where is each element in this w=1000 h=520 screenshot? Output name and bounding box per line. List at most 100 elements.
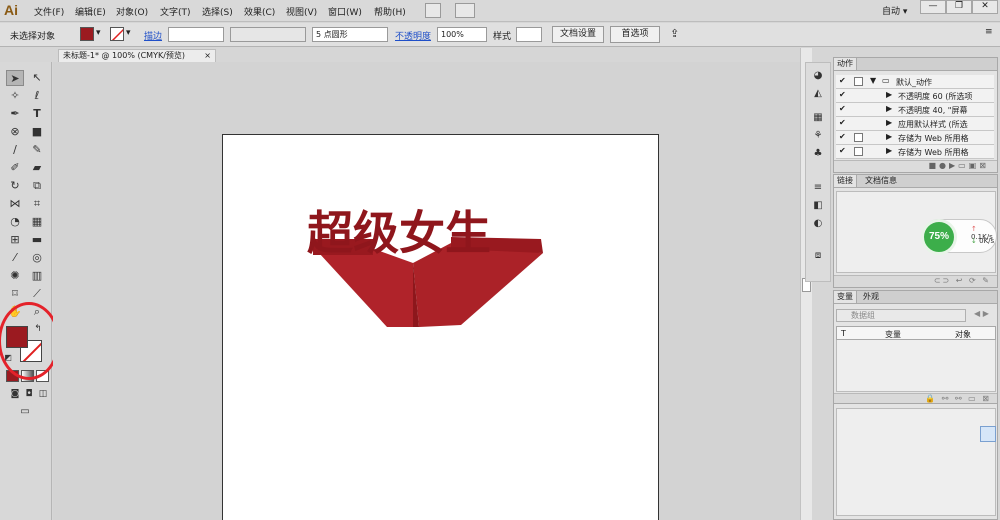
tab-variables[interactable]: 变量 bbox=[834, 291, 857, 303]
color-guide-icon[interactable]: ◭ bbox=[811, 87, 825, 100]
magic-wand-icon[interactable]: ✧ bbox=[6, 88, 24, 104]
column-graph-icon[interactable]: ▥ bbox=[28, 268, 46, 284]
workspace-switcher[interactable]: 自动 ▾ bbox=[882, 4, 907, 17]
tab-appearance[interactable]: 外观 bbox=[860, 291, 882, 303]
color-panel-icon[interactable]: ◕ bbox=[811, 69, 825, 82]
collapse-triangle-icon[interactable]: ▶ bbox=[886, 104, 892, 113]
gradient-panel-icon[interactable]: ◧ bbox=[811, 199, 825, 212]
menu-select[interactable]: 选择(S) bbox=[202, 5, 233, 18]
appearance-panel-icon[interactable]: ⧈ bbox=[811, 249, 825, 262]
stroke-dropdown-icon[interactable]: ▾ bbox=[126, 28, 131, 38]
canvas-area[interactable]: 超级女生 bbox=[53, 62, 801, 520]
menu-window[interactable]: 窗口(W) bbox=[328, 5, 362, 18]
blend-tool-icon[interactable]: ◎ bbox=[28, 250, 46, 266]
collapse-triangle-icon[interactable]: ▶ bbox=[886, 132, 892, 141]
control-panel-menu-icon[interactable]: ≡ bbox=[985, 27, 993, 37]
artwork-3d-text[interactable]: 超级女生 bbox=[301, 203, 561, 333]
action-check-icon[interactable]: ✔ bbox=[839, 146, 846, 155]
arrange-icon[interactable]: ⇪ bbox=[670, 27, 679, 40]
shape-builder-icon[interactable]: ◔ bbox=[6, 214, 24, 230]
opacity-label[interactable]: 不透明度 bbox=[395, 29, 431, 42]
variables-table-body[interactable] bbox=[836, 340, 996, 392]
slice-tool-icon[interactable]: ⟋ bbox=[28, 286, 46, 302]
collapse-triangle-icon[interactable]: ▶ bbox=[886, 90, 892, 99]
action-row[interactable]: ✔ ▶ 存储为 Web 所用格 bbox=[836, 131, 994, 145]
menu-help[interactable]: 帮助(H) bbox=[374, 5, 406, 18]
mesh-tool-icon[interactable]: ⊞ bbox=[6, 232, 24, 248]
menu-effect[interactable]: 效果(C) bbox=[244, 5, 275, 18]
dialog-toggle-box[interactable] bbox=[854, 133, 863, 142]
stroke-color-swatch[interactable] bbox=[110, 27, 124, 41]
thumbnail-icon[interactable] bbox=[980, 426, 996, 442]
dataset-nav-icons[interactable]: ◀ ▶ bbox=[974, 309, 989, 318]
variable-width-dropdown[interactable] bbox=[230, 27, 306, 42]
eraser-icon[interactable]: ▰ bbox=[28, 160, 46, 176]
preferences-button[interactable]: 首选项 bbox=[610, 26, 660, 43]
menu-view[interactable]: 视图(V) bbox=[286, 5, 317, 18]
arrange-documents-icon[interactable] bbox=[455, 3, 475, 18]
brushes-panel-icon[interactable]: ⚘ bbox=[811, 129, 825, 142]
rotate-tool-icon[interactable]: ↻ bbox=[6, 178, 24, 194]
restore-button[interactable]: ❐ bbox=[946, 0, 972, 14]
bridge-icon[interactable] bbox=[425, 3, 441, 18]
screen-mode-icon[interactable]: ▭ bbox=[16, 404, 34, 420]
gradient-tool-icon[interactable]: ▬ bbox=[28, 232, 46, 248]
action-row[interactable]: ✔ ▶ 不透明度 40, "屏幕 bbox=[836, 103, 994, 117]
action-row[interactable]: ✔ ▶ 不透明度 60 (所选项 bbox=[836, 89, 994, 103]
action-check-icon[interactable]: ✔ bbox=[839, 104, 846, 113]
menu-type[interactable]: 文字(T) bbox=[160, 5, 191, 18]
swatches-panel-icon[interactable]: ▦ bbox=[811, 111, 825, 124]
eyedropper-icon[interactable]: ⁄ bbox=[6, 250, 24, 266]
collapse-triangle-icon[interactable]: ▶ bbox=[886, 118, 892, 127]
stroke-weight-field[interactable] bbox=[168, 27, 224, 42]
actions-panel-footer-icons[interactable]: ■●▶▭▣⊠ bbox=[834, 160, 997, 172]
transparency-panel-icon[interactable]: ◐ bbox=[811, 217, 825, 230]
line-tool-icon[interactable]: ⊗ bbox=[6, 124, 24, 140]
scale-tool-icon[interactable]: ⧉ bbox=[28, 178, 46, 194]
fill-dropdown-icon[interactable]: ▾ bbox=[96, 28, 101, 38]
opacity-field[interactable]: 100% bbox=[437, 27, 487, 42]
menu-edit[interactable]: 编辑(E) bbox=[75, 5, 106, 18]
artboard-tool-icon[interactable]: ⌑ bbox=[6, 286, 24, 302]
rectangle-tool-icon[interactable]: ■ bbox=[28, 124, 46, 140]
document-setup-button[interactable]: 文档设置 bbox=[552, 26, 604, 43]
brush-dropdown[interactable]: 5 点圆形 bbox=[312, 27, 388, 42]
action-set-row[interactable]: ✔ ▼ ▭ 默认_动作 bbox=[836, 75, 994, 89]
action-check-icon[interactable]: ✔ bbox=[839, 118, 846, 127]
dialog-toggle-box[interactable] bbox=[854, 77, 863, 86]
lasso-icon[interactable]: ℓ bbox=[28, 88, 46, 104]
pencil-icon[interactable]: ✎ bbox=[28, 142, 46, 158]
menu-object[interactable]: 对象(O) bbox=[116, 5, 148, 18]
fill-color-swatch[interactable] bbox=[80, 27, 94, 41]
dialog-toggle-box[interactable] bbox=[854, 147, 863, 156]
width-tool-icon[interactable]: ⋈ bbox=[6, 196, 24, 212]
tab-document-info[interactable]: 文档信息 bbox=[862, 175, 900, 187]
type-tool-icon[interactable]: T bbox=[28, 106, 46, 122]
stroke-label[interactable]: 描边 bbox=[144, 29, 162, 42]
free-transform-icon[interactable]: ⌗ bbox=[28, 196, 46, 212]
artboard[interactable]: 超级女生 bbox=[222, 134, 659, 520]
blob-brush-icon[interactable]: ✐ bbox=[6, 160, 24, 176]
network-speed-widget[interactable]: 75% ↑ 0.1K/s ↓ 0K/s bbox=[921, 219, 997, 255]
document-tab[interactable]: 未标题-1* @ 100% (CMYK/预览) × bbox=[58, 49, 216, 62]
menu-file[interactable]: 文件(F) bbox=[34, 5, 64, 18]
symbols-panel-icon[interactable]: ♣ bbox=[811, 147, 825, 160]
paintbrush-icon[interactable]: ∕ bbox=[6, 142, 24, 158]
perspective-grid-icon[interactable]: ▦ bbox=[28, 214, 46, 230]
action-check-icon[interactable]: ✔ bbox=[839, 132, 846, 141]
pen-tool-icon[interactable]: ✒ bbox=[6, 106, 24, 122]
dataset-select[interactable]: 数据组 bbox=[836, 309, 966, 322]
draw-inside-icon[interactable]: ◫ bbox=[34, 386, 52, 402]
action-check-icon[interactable]: ✔ bbox=[839, 90, 846, 99]
collapse-triangle-icon[interactable]: ▶ bbox=[886, 146, 892, 155]
stroke-panel-icon[interactable]: ≡ bbox=[811, 181, 825, 194]
style-dropdown[interactable] bbox=[516, 27, 542, 42]
close-button[interactable]: ✕ bbox=[972, 0, 998, 14]
selection-tool-icon[interactable]: ➤ bbox=[6, 70, 24, 86]
minimize-button[interactable]: — bbox=[920, 0, 946, 14]
close-tab-icon[interactable]: × bbox=[204, 50, 211, 62]
action-check-icon[interactable]: ✔ bbox=[839, 76, 846, 85]
tab-links[interactable]: 链接 bbox=[834, 175, 857, 187]
action-row[interactable]: ✔ ▶ 存储为 Web 所用格 bbox=[836, 145, 994, 159]
links-panel-footer-icons[interactable]: ⊂⊃ ↩ ⟳ ✎ bbox=[834, 275, 997, 287]
